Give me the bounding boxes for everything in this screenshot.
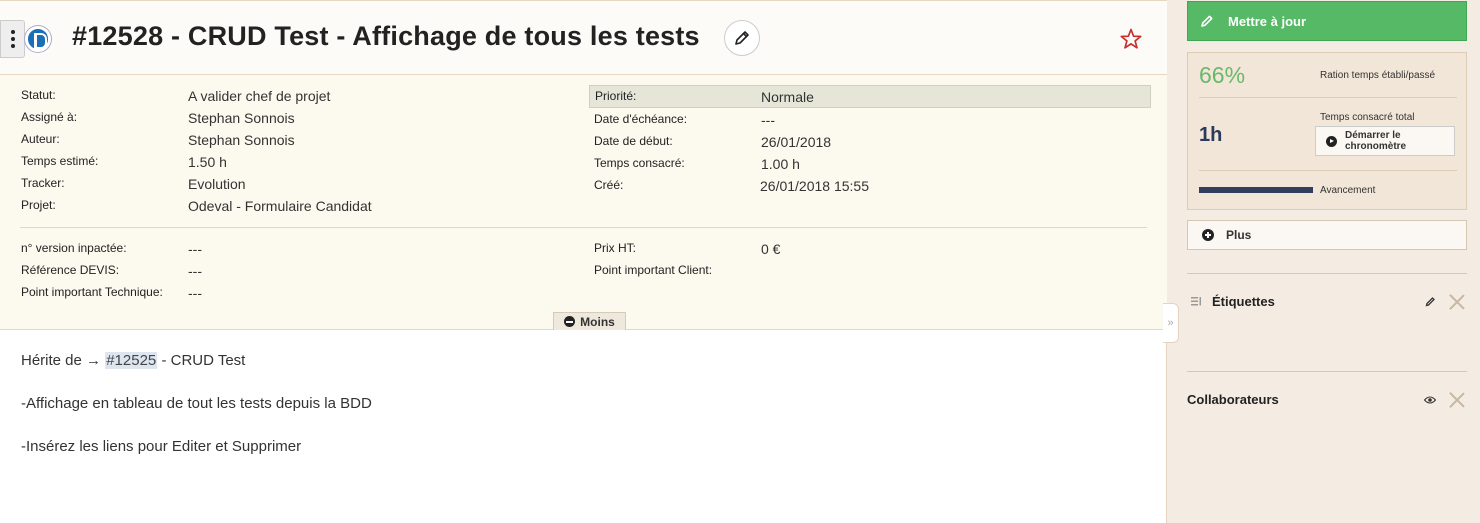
description-line-2: -Affichage en tableau de tout les tests …: [21, 395, 372, 412]
parent-issue-link[interactable]: #12525: [105, 352, 158, 369]
progress-bar: [1199, 187, 1313, 193]
update-button-label: Mettre à jour: [1228, 13, 1307, 29]
tag-list-icon: [1191, 297, 1201, 306]
plus-circle-icon: [1202, 229, 1214, 241]
inherits-prefix: Hérite de →: [21, 352, 102, 369]
time-spent-label: Temps consacré:: [594, 156, 685, 170]
collapse-attributes-button[interactable]: Moins: [553, 312, 626, 330]
kebab-menu-icon[interactable]: [0, 20, 25, 58]
issue-header: #12528 - CRUD Test - Affichage de tous l…: [0, 0, 1167, 75]
quote-ref-value: ---: [188, 263, 202, 279]
watchers-title: Collaborateurs: [1187, 392, 1279, 407]
due-date-label: Date d'échéance:: [594, 112, 688, 126]
pencil-icon: [735, 31, 749, 45]
start-timer-label-line2: chronomètre: [1345, 141, 1407, 152]
estimated-time-label: Temps estimé:: [21, 154, 99, 168]
more-button[interactable]: Plus: [1187, 220, 1467, 250]
start-timer-button[interactable]: Démarrer le chronomètre: [1315, 126, 1455, 156]
start-date-label: Date de début:: [594, 134, 673, 148]
eye-icon[interactable]: [1424, 396, 1436, 404]
sidebar-divider: [1187, 371, 1467, 372]
issue-description: Hérite de → #12525 - CRUD Test -Affichag…: [21, 352, 372, 481]
play-icon: [1326, 135, 1337, 147]
author-label: Auteur:: [21, 132, 60, 146]
tech-point-value: ---: [188, 285, 202, 301]
tracker-label: Tracker:: [21, 176, 65, 190]
collapse-attributes-label: Moins: [580, 314, 615, 329]
more-button-label: Plus: [1226, 228, 1252, 242]
close-icon[interactable]: [1449, 392, 1465, 408]
description-line-1: Hérite de → #12525 - CRUD Test: [21, 352, 372, 395]
tags-title: Étiquettes: [1212, 294, 1275, 309]
close-icon[interactable]: [1449, 294, 1465, 310]
priority-value: Normale: [761, 89, 814, 105]
due-date-value: ---: [761, 112, 775, 128]
project-value[interactable]: Odeval - Formulaire Candidat: [188, 198, 372, 214]
time-stats-panel: 66% Ration temps établi/passé Temps cons…: [1187, 52, 1467, 210]
version-value: ---: [188, 241, 202, 257]
attributes-divider: [20, 227, 1147, 228]
price-label: Prix HT:: [594, 241, 636, 255]
star-icon[interactable]: [1119, 27, 1143, 51]
client-point-label: Point important Client:: [594, 263, 713, 277]
issue-panel: #12528 - CRUD Test - Affichage de tous l…: [0, 0, 1167, 523]
total-time-label: Temps consacré total: [1320, 112, 1415, 123]
price-value: 0 €: [761, 241, 781, 257]
project-logo-icon: [25, 26, 51, 52]
start-date-value: 26/01/2018: [761, 134, 832, 150]
total-time-value: 1h: [1199, 124, 1223, 146]
issue-attributes: Statut: A valider chef de projet Assigné…: [0, 75, 1167, 330]
created-value: 26/01/2018 15:55: [760, 178, 869, 194]
stats-divider: [1199, 97, 1457, 98]
time-spent-value[interactable]: 1.00 h: [761, 156, 800, 172]
status-value: A valider chef de projet: [188, 88, 331, 104]
tracker-value: Evolution: [188, 176, 246, 192]
minus-circle-icon: [564, 316, 576, 327]
edit-title-button[interactable]: [724, 20, 760, 56]
created-label: Créé:: [594, 178, 624, 192]
start-timer-label-line1: Démarrer le: [1345, 130, 1401, 141]
assignee-value[interactable]: Stephan Sonnois: [188, 110, 295, 126]
description-line-3: -Insérez les liens pour Editer et Suppri…: [21, 438, 302, 455]
pencil-icon[interactable]: [1425, 296, 1436, 307]
issue-title: #12528 - CRUD Test - Affichage de tous l…: [72, 21, 700, 51]
collapse-sidebar-button[interactable]: »: [1163, 303, 1179, 343]
update-button[interactable]: Mettre à jour: [1187, 1, 1467, 41]
status-label: Statut:: [21, 88, 56, 102]
pencil-icon: [1201, 15, 1213, 27]
ratio-label: Ration temps établi/passé: [1320, 70, 1436, 81]
inherits-suffix: - CRUD Test: [157, 352, 246, 369]
sidebar-divider: [1187, 273, 1467, 274]
start-timer-label: Démarrer le chronomètre: [1345, 130, 1406, 152]
assignee-label: Assigné à:: [21, 110, 78, 124]
project-label: Projet:: [21, 198, 56, 212]
stats-divider: [1199, 170, 1457, 171]
priority-label: Priorité:: [595, 89, 637, 103]
version-label: n° version inpactée:: [21, 241, 127, 255]
ratio-value: 66%: [1199, 62, 1246, 88]
progress-label: Avancement: [1320, 185, 1376, 196]
tech-point-label: Point important Technique:: [21, 285, 163, 299]
estimated-time-value: 1.50 h: [188, 154, 227, 170]
quote-ref-label: Référence DEVIS:: [21, 263, 120, 277]
author-value[interactable]: Stephan Sonnois: [188, 132, 295, 148]
priority-highlight: [589, 85, 1151, 108]
